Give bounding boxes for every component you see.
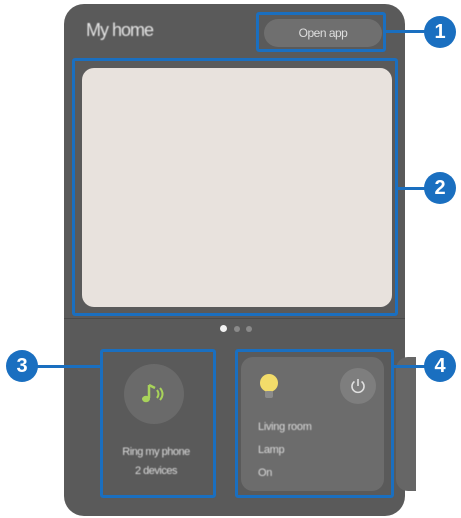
callout-badge-4: 4 (424, 350, 456, 382)
callout-badge-1: 1 (424, 16, 456, 48)
page-indicator-dot (234, 326, 240, 332)
callout-box-3 (100, 349, 216, 498)
widget-title: My home (86, 20, 154, 40)
callout-box-1 (256, 12, 386, 52)
callout-line-4 (394, 365, 426, 368)
callout-line-2 (398, 187, 426, 190)
callout-badge-3: 3 (6, 350, 38, 382)
callout-line-3 (36, 365, 100, 368)
divider (64, 318, 405, 319)
callout-box-4 (235, 349, 394, 498)
next-card-peek[interactable] (396, 357, 416, 491)
callout-badge-2: 2 (424, 172, 456, 204)
callout-line-1 (386, 30, 426, 33)
callout-box-2 (72, 58, 398, 316)
page-indicator-dot-active (220, 325, 227, 332)
page-indicator-dot (246, 326, 252, 332)
